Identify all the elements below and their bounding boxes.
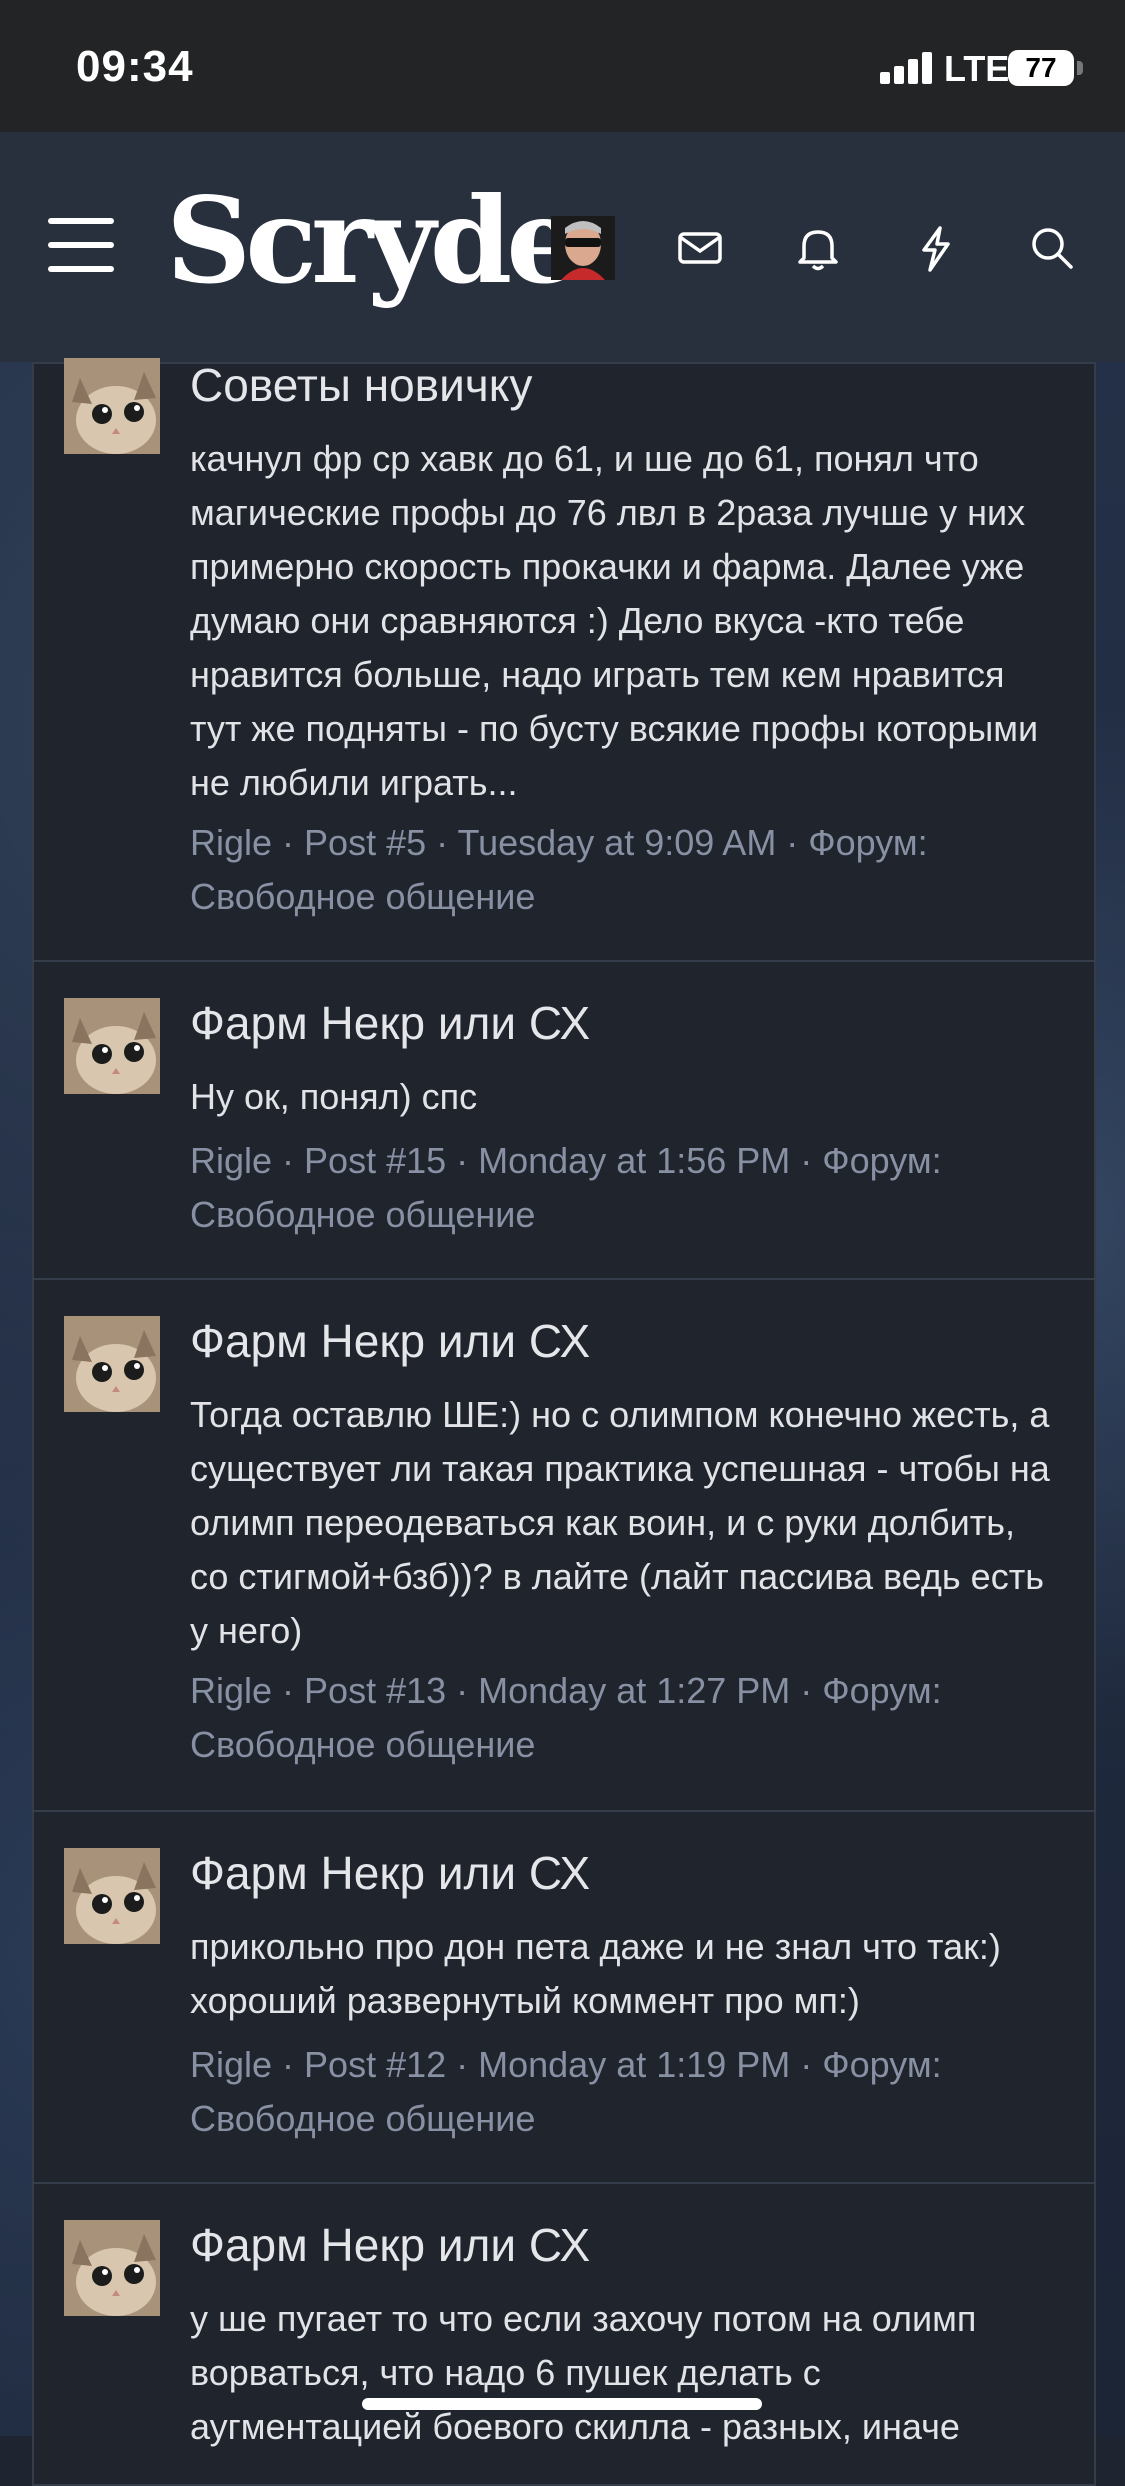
- site-header: Scryde: [0, 132, 1125, 362]
- signal-icon: [880, 52, 936, 84]
- cat-avatar[interactable]: [64, 358, 160, 454]
- search-result-post[interactable]: Фарм Некр или СХ Ну ок, понял) спс Rigle…: [32, 960, 1096, 1280]
- post-title[interactable]: Фарм Некр или СХ: [190, 1314, 590, 1368]
- post-meta[interactable]: Rigle · Post #13 · Monday at 1:27 PM · Ф…: [190, 1664, 1070, 1772]
- cat-avatar[interactable]: [64, 1848, 160, 1944]
- site-logo[interactable]: Scryde: [166, 182, 581, 300]
- post-title[interactable]: Фарм Некр или СХ: [190, 2218, 590, 2272]
- cat-avatar[interactable]: [64, 1316, 160, 1412]
- network-label: LTE: [944, 48, 1010, 89]
- post-title[interactable]: Фарм Некр или СХ: [190, 1846, 590, 1900]
- search-result-post[interactable]: Фарм Некр или СХ у ше пугает то что если…: [32, 2182, 1096, 2486]
- post-title[interactable]: Советы новичку: [190, 358, 532, 412]
- battery-tip: [1077, 61, 1083, 75]
- menu-icon[interactable]: [48, 218, 114, 272]
- post-snippet: у ше пугает то что если захочу потом на …: [190, 2298, 977, 2447]
- search-result-post[interactable]: Фарм Некр или СХ прикольно про дон пета …: [32, 1810, 1096, 2184]
- user-avatar[interactable]: [551, 216, 615, 280]
- post-snippet: Ну ок, понял) спс: [190, 1076, 478, 1117]
- search-icon[interactable]: [1024, 220, 1080, 276]
- post-snippet: Тогда оставлю ШЕ:) но с олимпом конечно …: [190, 1394, 1050, 1651]
- post-meta[interactable]: Rigle · Post #5 · Tuesday at 9:09 AM · Ф…: [190, 816, 1070, 924]
- post-snippet: качнул фр ср хавк до 61, и ше до 61, пон…: [190, 438, 1039, 803]
- lightning-icon[interactable]: [908, 220, 964, 276]
- home-indicator[interactable]: [362, 2398, 762, 2410]
- cat-avatar[interactable]: [64, 998, 160, 1094]
- status-bar: 09:34 LTE 77: [0, 0, 1125, 132]
- status-time: 09:34: [76, 42, 194, 91]
- post-meta[interactable]: Rigle · Post #15 · Monday at 1:56 PM · Ф…: [190, 1134, 1070, 1242]
- cat-avatar[interactable]: [64, 2220, 160, 2316]
- post-meta[interactable]: Rigle · Post #12 · Monday at 1:19 PM · Ф…: [190, 2038, 1070, 2146]
- battery-icon: 77: [1008, 50, 1074, 86]
- post-snippet: прикольно про дон пета даже и не знал чт…: [190, 1926, 1001, 2021]
- search-result-post[interactable]: Фарм Некр или СХ Тогда оставлю ШЕ:) но с…: [32, 1278, 1096, 1812]
- mail-icon[interactable]: [672, 220, 728, 276]
- bell-icon[interactable]: [790, 220, 846, 276]
- post-title[interactable]: Фарм Некр или СХ: [190, 996, 590, 1050]
- search-result-post[interactable]: Советы новичку качнул фр ср хавк до 61, …: [32, 358, 1096, 962]
